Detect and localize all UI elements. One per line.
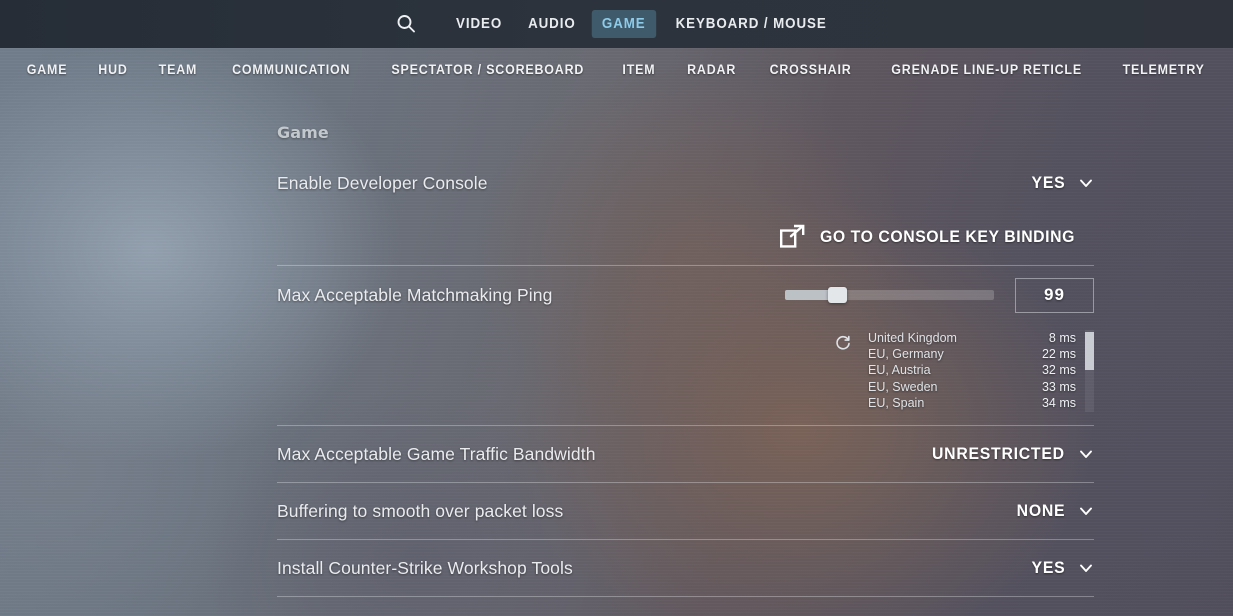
ping-region: EU, Spain: [868, 395, 924, 411]
ping-region: EU, Austria: [868, 362, 931, 378]
ping-value: 33 ms: [1042, 379, 1076, 395]
ping-region: EU, Germany: [868, 346, 944, 362]
top-nav-item-audio[interactable]: AUDIO: [518, 10, 586, 38]
setting-row-console-key-binding[interactable]: GO TO CONSOLE KEY BINDING: [277, 209, 1094, 265]
ping-server-list[interactable]: United Kingdom 8 ms EU, Germany 22 ms EU…: [868, 330, 1094, 411]
top-nav-item-game[interactable]: GAME: [591, 10, 655, 38]
chevron-down-icon: [1078, 560, 1094, 576]
subnav-item-hud[interactable]: HUD: [86, 62, 141, 77]
ping-list-item: EU, Sweden 33 ms: [868, 379, 1094, 395]
matchmaking-ping-value: 99: [1044, 285, 1065, 305]
setting-dropdown-workshop-tools[interactable]: YES: [1029, 558, 1094, 578]
search-button[interactable]: [389, 7, 423, 41]
ping-value: 34 ms: [1042, 395, 1076, 411]
ping-server-list-block: United Kingdom 8 ms EU, Germany 22 ms EU…: [277, 324, 1094, 425]
setting-label-matchmaking-ping: Max Acceptable Matchmaking Ping: [277, 285, 552, 306]
subnav-item-item[interactable]: ITEM: [610, 62, 669, 77]
setting-row-workshop-tools[interactable]: Install Counter-Strike Workshop Tools YE…: [277, 540, 1094, 596]
setting-label-traffic-bandwidth: Max Acceptable Game Traffic Bandwidth: [277, 444, 596, 465]
top-nav-item-keyboard-mouse[interactable]: KEYBOARD / MOUSE: [665, 10, 836, 38]
subnav-item-game[interactable]: GAME: [14, 62, 80, 77]
setting-label-buffering: Buffering to smooth over packet loss: [277, 501, 563, 522]
ping-list-item: EU, Spain 34 ms: [868, 395, 1094, 411]
setting-value-developer-console: YES: [1031, 173, 1065, 193]
refresh-ping-button[interactable]: [834, 334, 852, 352]
matchmaking-ping-value-field[interactable]: 99: [1015, 278, 1094, 313]
ping-value: 32 ms: [1042, 362, 1076, 378]
top-nav-item-video[interactable]: VIDEO: [446, 10, 512, 38]
go-to-console-key-binding-label: GO TO CONSOLE KEY BINDING: [820, 227, 1075, 247]
setting-row-buffering[interactable]: Buffering to smooth over packet loss NON…: [277, 483, 1094, 539]
top-navigation-items: VIDEO AUDIO GAME KEYBOARD / MOUSE: [389, 7, 845, 41]
ping-list-item: EU, Germany 22 ms: [868, 346, 1094, 362]
ping-value: 8 ms: [1049, 330, 1076, 346]
matchmaking-ping-control[interactable]: 99: [785, 278, 1094, 313]
subnav-item-crosshair[interactable]: CROSSHAIR: [757, 62, 865, 77]
chevron-down-icon: [1078, 175, 1094, 191]
subnav-item-team[interactable]: TEAM: [146, 62, 210, 77]
search-icon: [395, 13, 417, 35]
setting-dropdown-buffering[interactable]: NONE: [1013, 501, 1094, 521]
section-title-game: Game: [277, 123, 1094, 142]
settings-content: Game Enable Developer Console YES GO TO …: [277, 96, 1094, 597]
subnav-item-communication[interactable]: COMMUNICATION: [219, 62, 363, 77]
chevron-down-icon: [1078, 503, 1094, 519]
divider: [277, 596, 1094, 597]
ping-list-scrollbar[interactable]: [1085, 330, 1094, 412]
refresh-icon: [834, 334, 852, 352]
matchmaking-ping-slider[interactable]: [785, 290, 994, 300]
external-link-icon: [778, 224, 806, 250]
ping-region: EU, Sweden: [868, 379, 937, 395]
subnav-item-radar[interactable]: RADAR: [674, 62, 749, 77]
go-to-console-key-binding-button[interactable]: GO TO CONSOLE KEY BINDING: [778, 224, 1094, 250]
slider-handle[interactable]: [828, 287, 847, 303]
setting-row-matchmaking-ping[interactable]: Max Acceptable Matchmaking Ping 99: [277, 266, 1094, 324]
ping-list-item: EU, Austria 32 ms: [868, 362, 1094, 378]
setting-label-workshop-tools: Install Counter-Strike Workshop Tools: [277, 558, 573, 579]
ping-value: 22 ms: [1042, 346, 1076, 362]
setting-label-developer-console: Enable Developer Console: [277, 173, 488, 194]
setting-row-traffic-bandwidth[interactable]: Max Acceptable Game Traffic Bandwidth UN…: [277, 426, 1094, 482]
subnav-item-telemetry[interactable]: TELEMETRY: [1109, 62, 1217, 77]
setting-dropdown-developer-console[interactable]: YES: [1029, 173, 1094, 193]
chevron-down-icon: [1078, 446, 1094, 462]
setting-value-buffering: NONE: [1016, 501, 1065, 521]
ping-region: United Kingdom: [868, 330, 957, 346]
setting-dropdown-traffic-bandwidth[interactable]: UNRESTRICTED: [922, 444, 1094, 464]
top-navigation-bar: VIDEO AUDIO GAME KEYBOARD / MOUSE: [0, 0, 1233, 48]
setting-value-workshop-tools: YES: [1031, 558, 1065, 578]
sub-navigation-bar: GAME HUD TEAM COMMUNICATION SPECTATOR / …: [0, 48, 1233, 90]
setting-row-developer-console[interactable]: Enable Developer Console YES: [277, 157, 1094, 209]
ping-list-item: United Kingdom 8 ms: [868, 330, 1094, 346]
ping-list-scrollbar-thumb[interactable]: [1085, 332, 1094, 370]
subnav-item-spectator-scoreboard[interactable]: SPECTATOR / SCOREBOARD: [379, 62, 598, 77]
subnav-item-grenade-line-up-reticle[interactable]: GRENADE LINE-UP RETICLE: [879, 62, 1095, 77]
setting-value-traffic-bandwidth: UNRESTRICTED: [932, 444, 1065, 464]
